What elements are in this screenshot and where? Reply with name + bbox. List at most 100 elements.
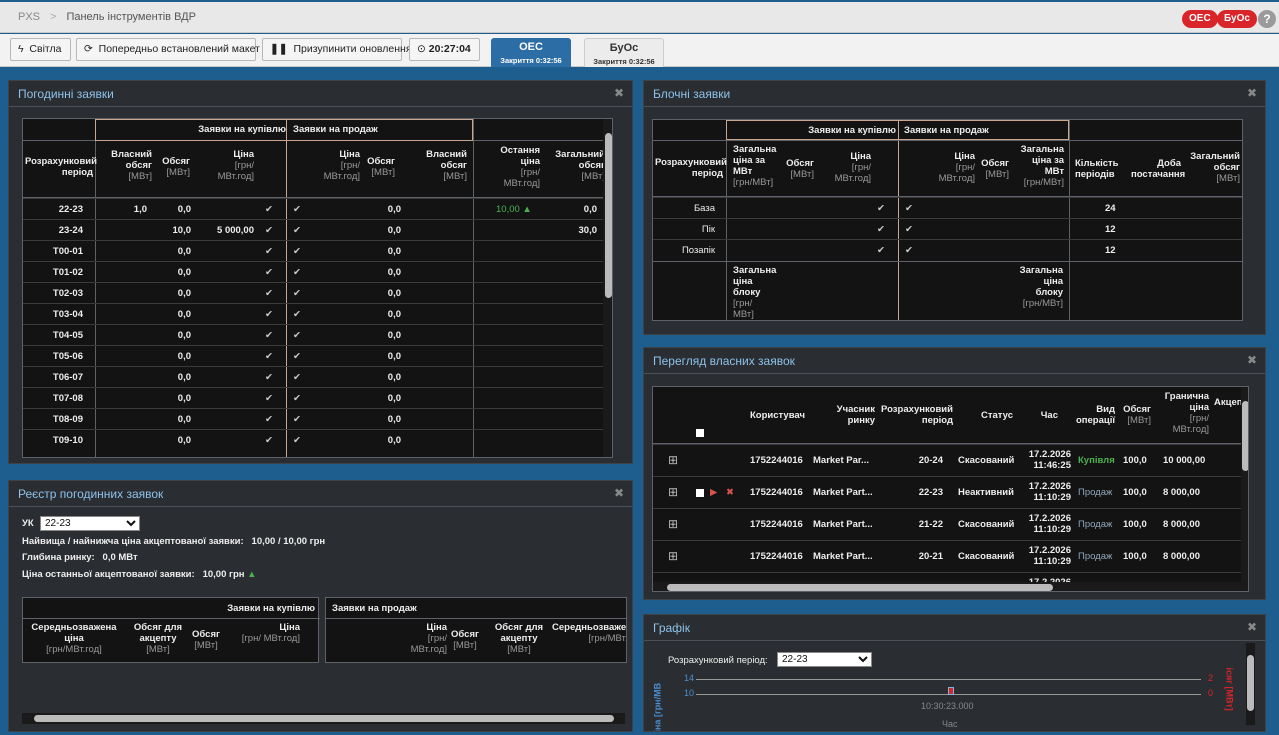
expand-icon[interactable]: ⊞ bbox=[668, 550, 678, 562]
own-col-participant[interactable]: Учасник ринку bbox=[825, 404, 875, 426]
check-icon[interactable]: ✔ bbox=[265, 288, 273, 299]
check-icon[interactable]: ✔ bbox=[905, 245, 913, 256]
play-icon[interactable]: ▶ bbox=[710, 487, 717, 498]
table-row[interactable]: Позапік ✔ ✔ 12 bbox=[653, 239, 1242, 260]
pause-updates-button[interactable]: ❚❚ Призупинити оновлення bbox=[262, 38, 412, 61]
volume-cell[interactable]: 0,0 bbox=[153, 246, 191, 257]
table-row[interactable]: T01-02 0,0 ✔ ✔ 0,0 bbox=[23, 261, 603, 282]
volume-cell[interactable]: 0,0 bbox=[153, 309, 191, 320]
own-col-status[interactable]: Статус bbox=[963, 410, 1013, 421]
volume-cell[interactable]: 0,0 bbox=[153, 435, 191, 446]
table-row[interactable]: 23-24 10,0 5 000,00 ✔ ✔ 0,0 30,0 bbox=[23, 219, 603, 240]
col-period[interactable]: Розрахунковий період bbox=[25, 156, 97, 178]
check-icon[interactable]: ✔ bbox=[293, 204, 301, 215]
table-row[interactable]: ⊞ 1752244016 Market Part... 21-22 Скасов… bbox=[653, 508, 1241, 540]
volume-cell[interactable]: 10,0 bbox=[153, 225, 192, 236]
block-col-total-volume[interactable]: Загальний обсяг [МВт] bbox=[1183, 151, 1240, 184]
check-icon[interactable]: ✔ bbox=[293, 225, 301, 236]
check-icon[interactable]: ✔ bbox=[265, 435, 273, 446]
table-row[interactable]: ⊞ ▶ ✖ 1752244016 Market Part... 22-23 Неа… bbox=[653, 476, 1241, 508]
horizontal-scrollbar[interactable] bbox=[22, 713, 625, 724]
volume-cell[interactable]: 0,0 bbox=[153, 351, 191, 362]
check-icon[interactable]: ✔ bbox=[293, 351, 301, 362]
buos-badge[interactable]: БуОс bbox=[1217, 10, 1257, 28]
oes-badge[interactable]: ОЕС bbox=[1182, 10, 1218, 28]
close-icon[interactable]: ✖ bbox=[1247, 354, 1257, 366]
sell-volume-cell[interactable]: 0,0 bbox=[363, 204, 401, 215]
sell-volume-cell[interactable]: 0,0 bbox=[363, 246, 401, 257]
check-icon[interactable]: ✔ bbox=[265, 246, 273, 257]
check-icon[interactable]: ✔ bbox=[293, 267, 301, 278]
table-row[interactable]: 22-23 1,0 0,0 ✔ ✔ 0,0 10,00 ▲ 0,0 bbox=[23, 198, 603, 219]
sell-volume-cell[interactable]: 0,0 bbox=[363, 351, 401, 362]
vertical-scrollbar[interactable] bbox=[1241, 387, 1248, 591]
sell-volume-cell[interactable]: 0,0 bbox=[363, 309, 401, 320]
table-row[interactable]: T09-10 0,0 ✔ ✔ 0,0 bbox=[23, 429, 603, 450]
row-checkbox[interactable] bbox=[696, 489, 704, 497]
horizontal-scrollbar[interactable] bbox=[653, 582, 1241, 591]
check-icon[interactable]: ✔ bbox=[293, 414, 301, 425]
sell-volume-cell[interactable]: 0,0 bbox=[363, 414, 401, 425]
expand-icon[interactable]: ⊞ bbox=[668, 486, 678, 498]
volume-cell[interactable]: 0,0 bbox=[153, 393, 191, 404]
table-row[interactable]: База ✔ ✔ 24 bbox=[653, 197, 1242, 218]
block-col-sell-price[interactable]: Ціна [грн/ МВт.год] bbox=[929, 151, 975, 184]
volume-cell[interactable]: 0,0 bbox=[153, 204, 191, 215]
col-sell-price[interactable]: Ціна [грн/ МВт.год] bbox=[316, 149, 360, 182]
volume-cell[interactable]: 0,0 bbox=[153, 414, 191, 425]
block-col-total-price[interactable]: Загальна ціна за МВт [грн/МВт] bbox=[733, 144, 785, 188]
close-icon[interactable]: ✖ bbox=[1247, 621, 1257, 633]
col-price[interactable]: Ціна [грн/ МВт.год] bbox=[198, 149, 254, 182]
scrollbar-thumb[interactable] bbox=[1242, 401, 1248, 471]
table-row[interactable]: Пік ✔ ✔ 12 bbox=[653, 218, 1242, 239]
col-volume[interactable]: Обсяг [МВт] bbox=[158, 156, 190, 178]
check-icon[interactable]: ✔ bbox=[265, 351, 273, 362]
table-row[interactable]: T05-06 0,0 ✔ ✔ 0,0 bbox=[23, 345, 603, 366]
check-icon[interactable]: ✔ bbox=[877, 203, 885, 214]
col-sell-own-volume[interactable]: Власний обсяг [МВт] bbox=[421, 149, 467, 182]
expand-icon[interactable]: ⊞ bbox=[668, 518, 678, 530]
own-col-limit-price[interactable]: Гранична ціна [грн/ МВт.год] bbox=[1163, 391, 1209, 435]
check-icon[interactable]: ✔ bbox=[905, 203, 913, 214]
col-own-volume[interactable]: Власний обсяг [МВт] bbox=[108, 149, 152, 182]
table-row[interactable]: ⊞ 1752244016 Market Par... 20-24 Скасова… bbox=[653, 444, 1241, 476]
check-icon[interactable]: ✔ bbox=[265, 414, 273, 425]
sell-volume-cell[interactable]: 0,0 bbox=[363, 372, 401, 383]
check-icon[interactable]: ✔ bbox=[265, 393, 273, 404]
block-col-volume[interactable]: Обсяг [МВт] bbox=[786, 158, 814, 180]
sell-volume-cell[interactable]: 0,0 bbox=[363, 330, 401, 341]
volume-cell[interactable]: 0,0 bbox=[153, 330, 191, 341]
breadcrumb-root[interactable]: PXS bbox=[18, 11, 40, 23]
table-row[interactable]: T00-01 0,0 ✔ ✔ 0,0 bbox=[23, 240, 603, 261]
check-icon[interactable]: ✔ bbox=[293, 246, 301, 257]
col-sell-volume[interactable]: Обсяг [МВт] bbox=[363, 156, 395, 178]
check-icon[interactable]: ✔ bbox=[877, 245, 885, 256]
preset-layout-button[interactable]: ⟳ Попередньо встановлений макет bbox=[76, 38, 260, 61]
col-last-price[interactable]: Остання ціна [грн/ МВт.год] bbox=[485, 145, 540, 189]
check-icon[interactable]: ✔ bbox=[293, 330, 301, 341]
volume-cell[interactable]: 0,0 bbox=[153, 267, 191, 278]
check-icon[interactable]: ✔ bbox=[265, 309, 273, 320]
scrollbar-thumb[interactable] bbox=[1247, 655, 1254, 711]
vertical-scrollbar[interactable] bbox=[603, 119, 612, 457]
uk-select[interactable]: 22-23 bbox=[40, 516, 140, 531]
table-row[interactable]: T03-04 0,0 ✔ ✔ 0,0 bbox=[23, 303, 603, 324]
select-all-checkbox[interactable] bbox=[696, 429, 704, 437]
check-icon[interactable]: ✔ bbox=[265, 225, 273, 236]
own-col-volume[interactable]: Обсяг [МВт] bbox=[1119, 404, 1151, 426]
check-icon[interactable]: ✔ bbox=[877, 224, 885, 235]
block-col-delivery[interactable]: Доба постачання bbox=[1131, 158, 1185, 180]
graph-period-select[interactable]: 22-23 bbox=[777, 652, 872, 667]
scrollbar-thumb[interactable] bbox=[605, 133, 612, 298]
own-col-operation[interactable]: Вид операції bbox=[1073, 404, 1115, 426]
block-col-sell-total-price[interactable]: Загальна ціна за МВт [грн/МВт] bbox=[1018, 144, 1064, 188]
table-row[interactable]: T04-05 0,0 ✔ ✔ 0,0 bbox=[23, 324, 603, 345]
own-volume-cell[interactable]: 1,0 bbox=[103, 204, 147, 215]
table-row[interactable]: T06-07 0,0 ✔ ✔ 0,0 bbox=[23, 366, 603, 387]
cancel-icon[interactable]: ✖ bbox=[726, 487, 734, 498]
volume-cell[interactable]: 0,0 bbox=[153, 372, 191, 383]
check-icon[interactable]: ✔ bbox=[265, 267, 273, 278]
tab-oes[interactable]: ОЕС Закриття 0:32:56 bbox=[491, 38, 571, 67]
check-icon[interactable]: ✔ bbox=[265, 372, 273, 383]
volume-cell[interactable]: 0,0 bbox=[153, 288, 191, 299]
